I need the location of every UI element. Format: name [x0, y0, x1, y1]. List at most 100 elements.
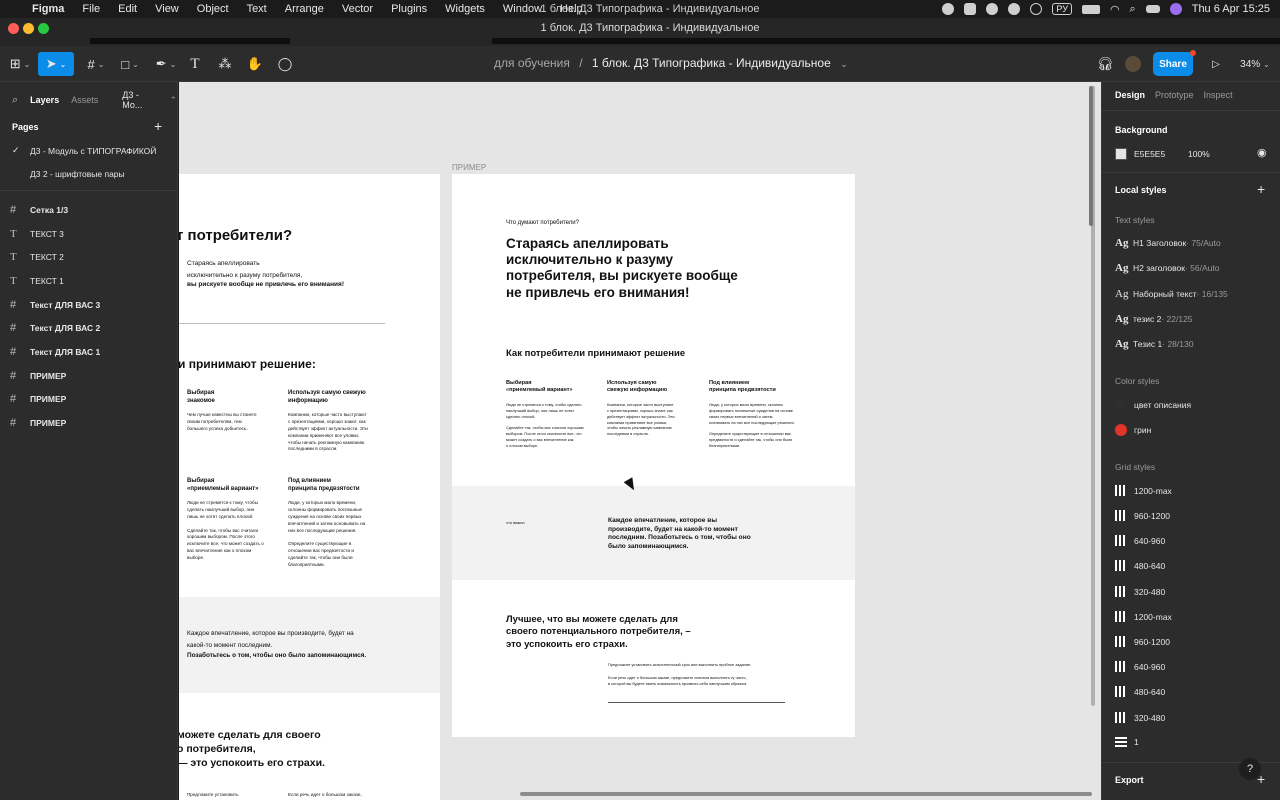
audio-button[interactable]: 🎧︎: [1094, 52, 1116, 76]
zoom-window-button[interactable]: [38, 23, 49, 34]
menu-app-name[interactable]: Figma: [32, 3, 64, 15]
column-title[interactable]: Выбирая знакомое: [187, 390, 215, 405]
status-icon[interactable]: [942, 3, 955, 15]
brightness-icon[interactable]: [986, 3, 999, 15]
grid-style-row[interactable]: 960-1200: [1115, 510, 1170, 521]
frame-primer[interactable]: Что думают потребители? Стараясь апеллир…: [452, 174, 855, 737]
grid-style-row[interactable]: 480-640: [1115, 686, 1165, 697]
battery-icon[interactable]: [1081, 4, 1100, 14]
page-item[interactable]: Д3 2 - шрифтовые пары: [12, 169, 172, 179]
headline[interactable]: Стараясь апеллировать исключительно к ра…: [506, 236, 738, 301]
text-style-row[interactable]: Ag H1 Заголовок · 75/Auto: [1115, 237, 1221, 249]
design-canvas[interactable]: т потребители? Стараясь апеллировать иск…: [179, 82, 1101, 800]
layer-row[interactable]: # ПРИМЕР: [10, 414, 66, 432]
column-body[interactable]: Люди, у которых мало времени, склонны фо…: [709, 402, 795, 449]
frame-intro[interactable]: Стараясь апеллировать исключительно к ра…: [187, 258, 302, 281]
bottom-heading[interactable]: Лучшее, что вы можете сделать для своего…: [506, 614, 691, 651]
grid-style-row[interactable]: 640-960: [1115, 661, 1165, 672]
layer-row[interactable]: T ТЕКСТ 2: [10, 248, 64, 266]
band-text[interactable]: Каждое впечатление, которое вы производи…: [187, 628, 354, 651]
menu-edit[interactable]: Edit: [118, 3, 137, 15]
close-window-button[interactable]: [8, 23, 19, 34]
text-style-row[interactable]: Ag Наборный текст · 16/135: [1115, 288, 1228, 300]
column-body[interactable]: Люди не стремятся к тому, чтобы сделать …: [506, 402, 584, 449]
grid-style-row[interactable]: 640-960: [1115, 535, 1165, 546]
move-tool-button[interactable]: ➤ ⌄: [38, 52, 74, 76]
frame-label[interactable]: ПРИМЕР: [452, 163, 486, 172]
hand-tool-button[interactable]: ✋: [244, 52, 266, 76]
help-button[interactable]: ?: [1239, 758, 1261, 780]
minimize-window-button[interactable]: [23, 23, 34, 34]
input-source[interactable]: РУ: [1052, 3, 1072, 15]
menu-view[interactable]: View: [155, 3, 179, 15]
layer-row[interactable]: # Сетка 1/3: [10, 201, 68, 219]
band-text-bold[interactable]: Позаботьтесь о том, чтобы оно было запом…: [187, 652, 366, 660]
column-title[interactable]: Под влиянием принципа предвзятости: [709, 380, 776, 394]
menu-file[interactable]: File: [82, 3, 100, 15]
column-body[interactable]: Люди не стремятся к тому, чтобы сделать …: [187, 500, 264, 562]
column-body[interactable]: Люди, у которых мало времени, склонны фо…: [288, 500, 365, 569]
search-icon[interactable]: ⌕: [12, 94, 18, 107]
resources-button[interactable]: ⁂: [214, 52, 236, 76]
search-icon[interactable]: ⌕: [1130, 3, 1136, 16]
section-heading[interactable]: Как потребители принимают решение: [506, 348, 685, 360]
menu-plugins[interactable]: Plugins: [391, 3, 427, 15]
bottom-heading[interactable]: можете сделать для своего о потребителя,…: [179, 728, 325, 771]
shape-tool-button[interactable]: □ ⌄: [114, 52, 146, 76]
column-title[interactable]: Под влиянием принципа предвзятости: [288, 478, 360, 493]
bottom-column[interactable]: Если речь идет о большом заказе,: [288, 792, 362, 798]
tab-inspect[interactable]: Inspect: [1204, 90, 1233, 100]
menu-widgets[interactable]: Widgets: [445, 3, 485, 15]
frame-tool-button[interactable]: # ⌄: [80, 52, 112, 76]
color-style-row[interactable]: грин: [1115, 424, 1151, 436]
background-hex[interactable]: E5E5E5: [1134, 149, 1188, 159]
page-item[interactable]: ✓ Д3 - Модуль с ТИПОГРАФИКОЙ: [12, 145, 172, 156]
column-body[interactable]: Чем лучше известны вы станете своим потр…: [187, 412, 257, 433]
avatar[interactable]: [1124, 52, 1142, 76]
column-title[interactable]: Выбирая «приемлемый вариант»: [506, 380, 573, 394]
menu-arrange[interactable]: Arrange: [285, 3, 324, 15]
text-style-row[interactable]: Ag H2 заголовок · 56/Auto: [1115, 262, 1219, 274]
grid-style-row[interactable]: 1200-max: [1115, 611, 1172, 622]
present-button[interactable]: ▷: [1206, 52, 1226, 76]
frame-partial[interactable]: т потребители? Стараясь апеллировать иск…: [179, 174, 440, 800]
tab-strip[interactable]: [492, 38, 1280, 44]
siri-icon[interactable]: [1169, 3, 1182, 15]
share-button[interactable]: Share: [1153, 52, 1193, 76]
band-quote[interactable]: Каждое впечатление, которое вы производи…: [608, 517, 751, 551]
column-body[interactable]: Компании, которые часто выступают с през…: [288, 412, 368, 453]
play-status-icon[interactable]: [1030, 3, 1043, 15]
band-label[interactable]: что важно: [506, 520, 525, 525]
zoom-dropdown[interactable]: 34% ⌄: [1236, 52, 1274, 76]
main-menu-button[interactable]: ⊞ ⌄: [6, 52, 34, 76]
grid-style-row[interactable]: 480-640: [1115, 560, 1165, 571]
canvas-scrollbar[interactable]: [1089, 86, 1093, 226]
tab-prototype[interactable]: Prototype: [1155, 90, 1194, 100]
control-center-icon[interactable]: [1145, 5, 1160, 13]
comment-tool-button[interactable]: ◯: [274, 52, 296, 76]
chevron-up-icon[interactable]: ⌃: [169, 95, 177, 106]
breadcrumb-project[interactable]: для обучения: [494, 56, 570, 70]
column-title[interactable]: Используя самую свежую информацию: [288, 390, 366, 405]
add-page-icon[interactable]: +: [154, 118, 162, 134]
grid-style-row[interactable]: 320-480: [1115, 586, 1165, 597]
bottom-column[interactable]: Предложите установить: [187, 792, 239, 798]
current-page-dropdown[interactable]: Д3 - Мо...: [122, 90, 157, 110]
layer-row[interactable]: # Текст ДЛЯ ВАС 3: [10, 296, 100, 314]
add-style-icon[interactable]: +: [1257, 181, 1265, 197]
color-style-row[interactable]: цвет описания: [1115, 399, 1191, 411]
column-body[interactable]: Компании, которые часто выступают с през…: [607, 402, 675, 437]
text-style-row[interactable]: Ag Тезис 1 · 28/130: [1115, 338, 1193, 350]
menu-object[interactable]: Object: [197, 3, 229, 15]
frame-intro-bold[interactable]: вы рискуете вообще не привлечь его внима…: [187, 281, 344, 289]
bottom-paragraph[interactable]: Если речь идет о большом заказе, предлож…: [608, 675, 747, 687]
pen-tool-button[interactable]: ✒ ⌄: [150, 52, 182, 76]
text-tool-button[interactable]: T: [184, 52, 206, 76]
grid-style-row[interactable]: 320-480: [1115, 712, 1165, 723]
layer-row[interactable]: T ТЕКСТ 1: [10, 272, 64, 290]
frame-heading[interactable]: т потребители?: [179, 227, 292, 246]
tab-design[interactable]: Design: [1115, 90, 1145, 100]
tab-layers[interactable]: Layers: [30, 95, 59, 105]
frame-section-heading[interactable]: и принимают решение:: [179, 357, 316, 372]
grid-style-row[interactable]: 1200-max: [1115, 485, 1172, 496]
